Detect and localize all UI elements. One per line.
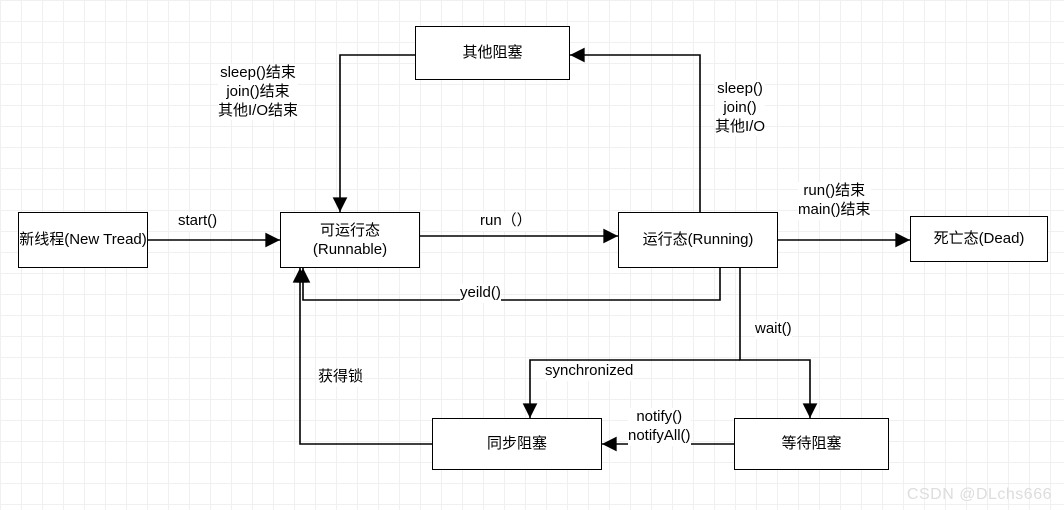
- node-wait-block: 等待阻塞: [734, 418, 889, 470]
- label-wait: wait(): [755, 320, 792, 339]
- node-runnable: 可运行态(Runnable): [280, 212, 420, 268]
- label-from-other: sleep()结束join()结束其他I/O结束: [218, 64, 298, 120]
- node-label: 等待阻塞: [781, 434, 841, 454]
- label-yield: yeild(): [460, 284, 501, 303]
- node-new-thread: 新线程(New Tread): [18, 212, 148, 268]
- label-to-other: sleep()join()其他I/O: [715, 80, 765, 136]
- label-start: start(): [178, 212, 217, 231]
- node-sync-block: 同步阻塞: [432, 418, 602, 470]
- node-running: 运行态(Running): [618, 212, 778, 268]
- label-synchronized: synchronized: [545, 362, 633, 381]
- label-run: run（）: [480, 212, 532, 231]
- node-label: 可运行态(Runnable): [313, 221, 387, 260]
- label-run-end: run()结束main()结束: [798, 182, 871, 220]
- node-dead: 死亡态(Dead): [910, 216, 1048, 262]
- node-label: 同步阻塞: [487, 434, 547, 454]
- node-label: 死亡态(Dead): [934, 229, 1025, 249]
- label-notify: notify()notifyAll(): [628, 408, 691, 446]
- node-label: 其他阻塞: [462, 43, 522, 63]
- node-other-block: 其他阻塞: [415, 26, 570, 80]
- label-get-lock: 获得锁: [318, 368, 363, 387]
- watermark: CSDN @DLchs666: [907, 486, 1052, 504]
- node-label: 新线程(New Tread): [19, 230, 147, 250]
- node-label: 运行态(Running): [643, 230, 754, 250]
